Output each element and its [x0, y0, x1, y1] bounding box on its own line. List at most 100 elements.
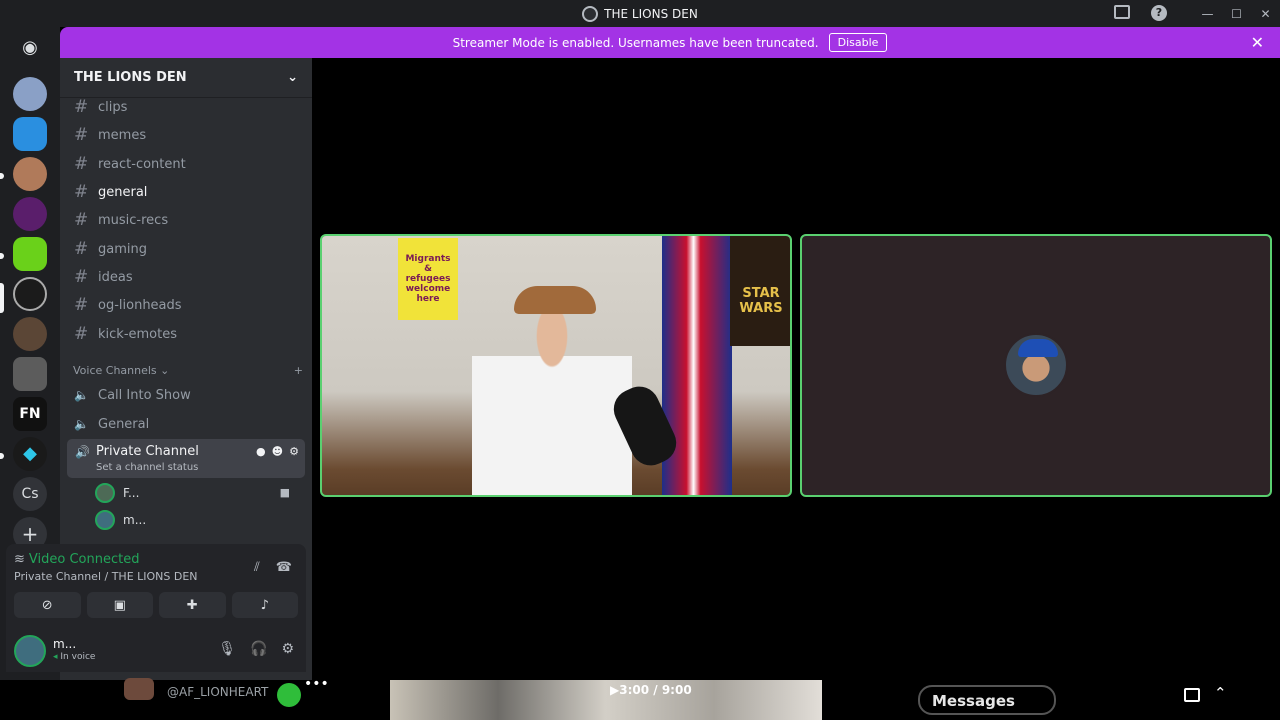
video-tile-camera[interactable]: Migrants & refugees welcome here STAR WA… — [320, 234, 792, 497]
voice-member[interactable]: m... — [95, 509, 146, 531]
user-panel: m... ◂ In voice 🎙 🎧 ⚙ — [6, 630, 306, 672]
chat-bubble-icon[interactable]: ● — [256, 445, 266, 458]
poster: STAR WARS — [730, 236, 790, 346]
channel-label: og-lionheads — [98, 297, 182, 313]
hash-icon: # — [74, 239, 89, 259]
screen-share-button[interactable]: ▣ — [86, 592, 153, 618]
inbox-icon[interactable] — [1114, 5, 1130, 19]
user-name[interactable]: m... — [53, 637, 76, 651]
channel-label: kick-emotes — [98, 326, 177, 342]
channel-label: general — [98, 184, 148, 200]
chevron-down-icon: ⌄ — [160, 364, 170, 377]
invite-icon[interactable]: ☻ — [272, 445, 283, 458]
connection-status[interactable]: ≋ Video Connected — [14, 552, 139, 567]
voice-header-label: Voice Channels — [73, 364, 157, 377]
member-name: m... — [123, 513, 147, 527]
unread-pill — [0, 453, 4, 459]
sign: Migrants & refugees welcome here — [398, 238, 458, 320]
voice-member[interactable]: F... — [95, 482, 139, 504]
chevron-down-icon: ⌄ — [287, 70, 298, 85]
union-flag — [662, 236, 732, 495]
channel-ideas[interactable]: # ideas — [68, 264, 304, 290]
disable-button[interactable]: Disable — [828, 33, 888, 52]
voice-channel-label: General — [98, 416, 150, 432]
timecode-label: 3:00 / 9:00 — [619, 683, 692, 697]
noise-suppression-icon[interactable]: ⫽ — [254, 560, 260, 575]
activities-button[interactable]: ✚ — [159, 592, 226, 618]
voice-channel-general[interactable]: 🔈 General — [68, 411, 304, 437]
double-chevron-up-icon[interactable]: ⌃ — [1214, 684, 1227, 702]
server-icon-7[interactable] — [13, 357, 47, 391]
server-icon-5[interactable] — [13, 237, 47, 271]
voice-connection-panel: ≋ Video Connected Private Channel / THE … — [6, 544, 306, 630]
voice-channel-call-into-show[interactable]: 🔈 Call Into Show — [68, 382, 304, 408]
channel-general[interactable]: # general — [68, 179, 304, 205]
maximize-icon[interactable]: ☐ — [1222, 7, 1251, 21]
private-channel-name: Private Channel — [96, 444, 199, 459]
server-icon-lions-den[interactable] — [13, 277, 47, 311]
channel-react-content[interactable]: # react-content — [68, 151, 304, 177]
server-icon-8[interactable]: ◆ — [13, 437, 47, 471]
avatar[interactable] — [14, 635, 46, 667]
user-controls: 🎙 🎧 ⚙ — [218, 641, 294, 657]
guild-header[interactable]: THE LIONS DEN ⌄ — [60, 58, 312, 98]
server-icon-2[interactable] — [13, 117, 47, 151]
connection-status-label: Video Connected — [28, 552, 140, 567]
microphone-icon[interactable]: 🎙 — [218, 641, 236, 657]
disconnect-icon[interactable]: ☎ — [276, 560, 292, 575]
channel-music-recs[interactable]: # music-recs — [68, 207, 304, 233]
video-thumbnail[interactable] — [390, 680, 822, 720]
channel-status[interactable]: Set a channel status — [96, 462, 198, 473]
speaker-icon: 🔊 — [75, 445, 90, 459]
channel-label: clips — [98, 99, 128, 115]
server-icon-fn[interactable]: FN — [13, 397, 47, 431]
voice-panel-icons: ⫽ ☎ — [254, 560, 292, 575]
channel-kick-emotes[interactable]: # kick-emotes — [68, 321, 304, 347]
avatar — [95, 510, 115, 530]
add-channel-icon[interactable]: + — [294, 364, 303, 377]
discord-logo-icon[interactable]: ◉ — [13, 31, 47, 65]
more-options-icon[interactable]: ••• — [304, 676, 329, 692]
soundboard-button[interactable]: ♪ — [231, 592, 298, 618]
avatar — [124, 678, 154, 700]
server-icon-6[interactable] — [13, 317, 47, 351]
server-icon-4[interactable] — [13, 197, 47, 231]
connected-channel-label[interactable]: Private Channel / THE LIONS DEN — [14, 570, 198, 583]
hash-icon: # — [74, 125, 89, 145]
close-window-icon[interactable]: ✕ — [1251, 7, 1280, 21]
unread-pill — [0, 173, 4, 179]
close-icon[interactable]: ✕ — [1251, 33, 1264, 52]
server-icon-3[interactable] — [13, 157, 47, 191]
bottom-overlay: @AF_LIONHEART ••• ▶3:00 / 9:00 Messages … — [0, 676, 1280, 720]
compose-icon[interactable] — [1184, 688, 1200, 702]
title-bar: THE LIONS DEN ? — ☐ ✕ — [0, 0, 1280, 27]
gear-icon[interactable]: ⚙ — [289, 445, 299, 458]
voice-channels-header[interactable]: Voice Channels ⌄ + — [73, 364, 303, 377]
help-icon[interactable]: ? — [1151, 5, 1167, 21]
gamepad-icon: ✚ — [186, 597, 198, 613]
channel-gaming[interactable]: # gaming — [68, 236, 304, 262]
server-icon-1[interactable] — [13, 77, 47, 111]
voice-channel-label: Call Into Show — [98, 387, 191, 403]
server-icon-cs[interactable]: Cs — [13, 477, 47, 511]
channel-label: react-content — [98, 156, 186, 172]
user-status-label: In voice — [60, 652, 96, 662]
headphones-icon[interactable]: 🎧 — [250, 641, 267, 657]
private-channel-actions: ● ☻ ⚙ — [256, 445, 299, 458]
channel-og-lionheads[interactable]: # og-lionheads — [68, 292, 304, 318]
minimize-icon[interactable]: — — [1193, 7, 1222, 21]
stream-handle: @AF_LIONHEART — [167, 685, 269, 699]
camera-off-button[interactable]: ⊘ — [14, 592, 81, 618]
poster-text: STAR WARS — [739, 286, 783, 316]
channel-label: music-recs — [98, 212, 169, 228]
avatar — [95, 483, 115, 503]
gear-icon[interactable]: ⚙ — [281, 641, 294, 657]
voice-channel-private[interactable]: 🔊 Private Channel Set a channel status ●… — [67, 439, 305, 478]
window-controls: — ☐ ✕ — [1193, 0, 1280, 27]
channel-memes[interactable]: # memes — [68, 122, 304, 148]
speaker-icon: 🔈 — [74, 417, 89, 431]
channel-clips[interactable]: # clips — [68, 94, 304, 120]
channel-label: gaming — [98, 241, 147, 257]
messages-button[interactable]: Messages — [918, 685, 1056, 715]
speaker-icon: ◂ — [53, 652, 58, 662]
